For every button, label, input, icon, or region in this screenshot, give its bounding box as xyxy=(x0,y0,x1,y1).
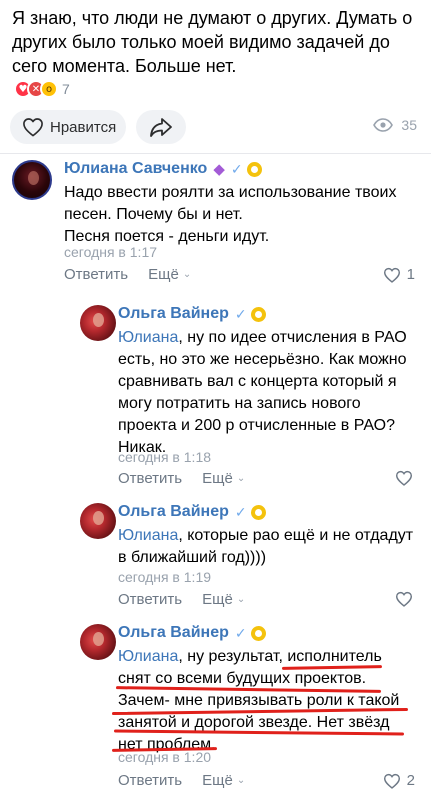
prometheus-badge-icon xyxy=(246,161,262,177)
share-icon xyxy=(150,118,172,137)
chevron-down-icon: ⌄ xyxy=(236,594,246,605)
more-label: Ещё xyxy=(202,470,233,487)
comment-text: Юлиана, ну результат, исполнитель снят с… xyxy=(118,648,400,753)
reply-button[interactable]: Ответить xyxy=(64,266,128,283)
avatar[interactable] xyxy=(80,503,116,539)
comment-text: Юлиана, ну по идее отчисления в РАО есть… xyxy=(118,329,407,456)
reactions[interactable]: ♥ ✕ o 7 xyxy=(14,80,70,98)
author-name: Юлиана Савченко xyxy=(64,160,208,177)
more-label: Ещё xyxy=(148,266,179,283)
verified-check-icon: ✓ xyxy=(234,624,247,641)
mention-link[interactable]: Юлиана xyxy=(118,527,178,544)
reply-button[interactable]: Ответить xyxy=(118,591,182,608)
views: 35 xyxy=(373,117,417,133)
comment-text: Надо ввести роялти за использование твои… xyxy=(64,184,397,245)
prometheus-badge-icon xyxy=(250,625,266,641)
avatar[interactable] xyxy=(80,305,116,341)
share-button[interactable] xyxy=(136,110,186,144)
comment-like-button[interactable] xyxy=(395,591,413,607)
hat-emoji-icon: ◆ xyxy=(213,160,225,178)
comment-like-count: 1 xyxy=(406,266,415,283)
comment-text: Юлиана, которые рао ещё и не отдадут в б… xyxy=(118,527,414,566)
more-button[interactable]: Ещё ⌄ xyxy=(202,470,245,487)
more-button[interactable]: Ещё ⌄ xyxy=(148,266,191,283)
avatar[interactable] xyxy=(80,624,116,660)
verified-check-icon: ✓ xyxy=(234,503,247,520)
author-name: Ольга Вайнер xyxy=(118,305,229,322)
comment-author[interactable]: Ольга Вайнер ✓ xyxy=(118,503,266,521)
reactions-count: 7 xyxy=(62,81,70,97)
heart-icon xyxy=(395,470,413,486)
heart-icon xyxy=(23,118,43,137)
comment-author[interactable]: Юлиана Савченко ◆ ✓ xyxy=(64,160,262,178)
comment-actions: Ответить Ещё ⌄ xyxy=(118,591,245,608)
comment-author[interactable]: Ольга Вайнер ✓ xyxy=(118,624,266,642)
mention-link[interactable]: Юлиана xyxy=(118,648,178,665)
author-name: Ольга Вайнер xyxy=(118,624,229,641)
chevron-down-icon: ⌄ xyxy=(236,473,246,484)
like-button[interactable]: Нравится xyxy=(10,110,126,144)
more-label: Ещё xyxy=(202,591,233,608)
comment-like-button[interactable]: 2 xyxy=(383,772,415,789)
comment-like-button[interactable]: 1 xyxy=(383,266,415,283)
comment-actions: Ответить Ещё ⌄ xyxy=(118,772,245,789)
more-button[interactable]: Ещё ⌄ xyxy=(202,591,245,608)
eye-icon xyxy=(373,118,394,132)
comment-author[interactable]: Ольга Вайнер ✓ xyxy=(118,305,266,323)
verified-check-icon: ✓ xyxy=(234,305,247,322)
chevron-down-icon: ⌄ xyxy=(236,775,246,786)
chevron-down-icon: ⌄ xyxy=(182,269,192,280)
prometheus-badge-icon xyxy=(250,306,266,322)
comment-like-button[interactable] xyxy=(395,470,413,486)
comment-time: сегодня в 1:19 xyxy=(118,569,212,585)
avatar[interactable] xyxy=(12,160,52,200)
heart-icon xyxy=(395,591,413,607)
reply-button[interactable]: Ответить xyxy=(118,772,182,789)
heart-icon xyxy=(383,267,400,283)
more-button[interactable]: Ещё ⌄ xyxy=(202,772,245,789)
comment-actions: Ответить Ещё ⌄ xyxy=(64,266,191,283)
mention-link[interactable]: Юлиана xyxy=(118,329,178,346)
comment-like-count: 2 xyxy=(406,772,415,789)
author-name: Ольга Вайнер xyxy=(118,503,229,520)
like-label: Нравится xyxy=(50,118,117,136)
verified-check-icon: ✓ xyxy=(230,160,243,177)
divider xyxy=(0,153,431,154)
comment-time: сегодня в 1:17 xyxy=(64,244,158,260)
views-count: 35 xyxy=(401,117,417,133)
comment-actions: Ответить Ещё ⌄ xyxy=(118,470,245,487)
wow-reaction-icon: o xyxy=(40,80,58,98)
comment-time: сегодня в 1:20 xyxy=(118,749,212,765)
reply-button[interactable]: Ответить xyxy=(118,470,182,487)
heart-icon xyxy=(383,773,400,789)
comment-time: сегодня в 1:18 xyxy=(118,449,212,465)
more-label: Ещё xyxy=(202,772,233,789)
prometheus-badge-icon xyxy=(250,504,266,520)
post-text: Я знаю, что люди не думают о других. Дум… xyxy=(12,8,413,76)
